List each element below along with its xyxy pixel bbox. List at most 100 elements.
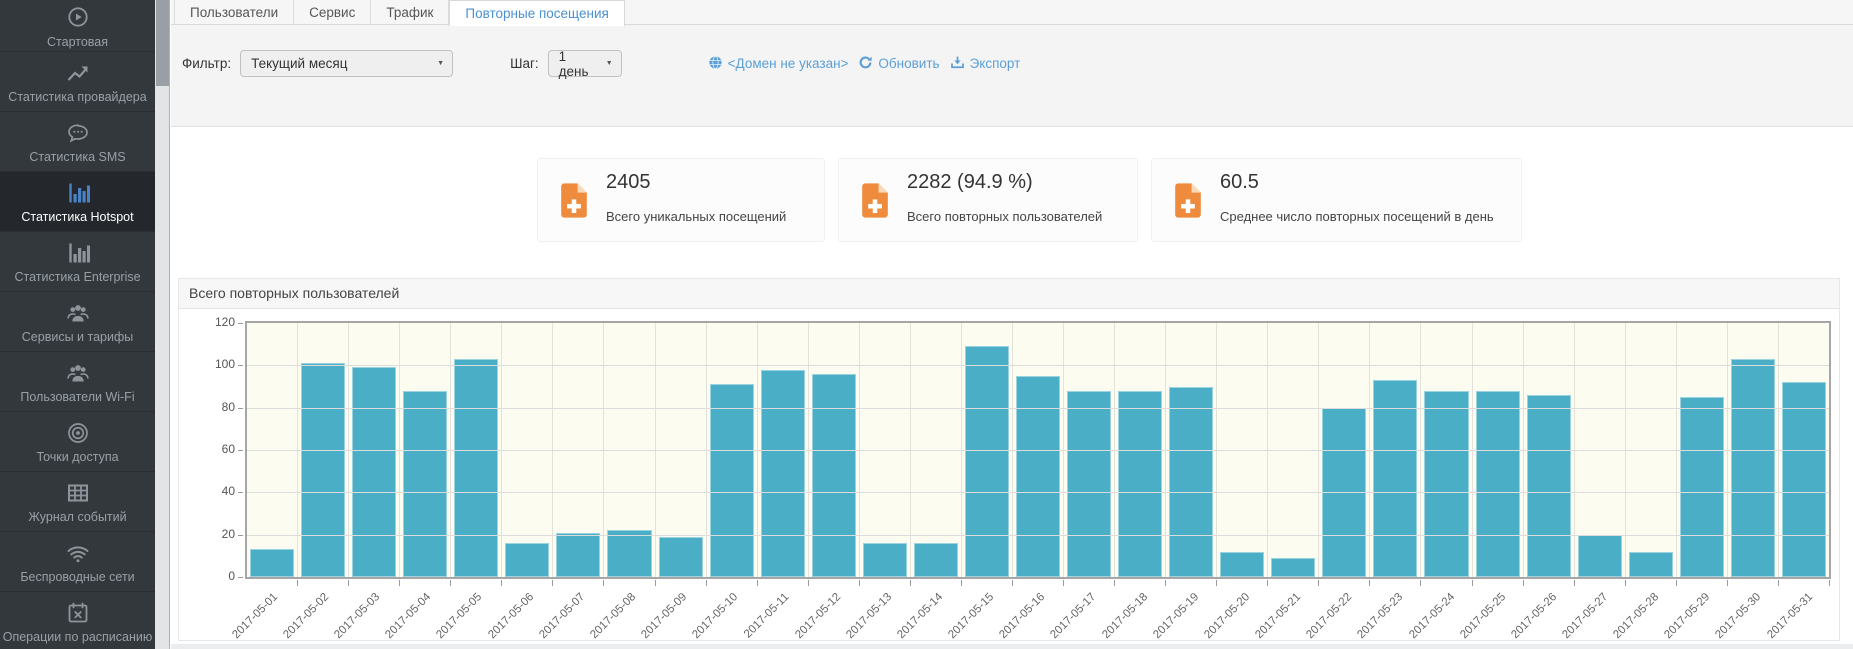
stat-card-text: 60.5Среднее число повторных посещений в …	[1220, 171, 1494, 231]
bar	[1476, 391, 1520, 577]
y-axis-tick	[238, 408, 243, 409]
bar	[1067, 391, 1111, 577]
x-axis-label: 2017-05-23	[1356, 591, 1406, 641]
wifi-icon	[0, 541, 155, 568]
sidebar-item-6[interactable]: Сервисы и тарифы	[0, 292, 155, 352]
x-axis-label: 2017-05-12	[793, 591, 843, 641]
file-plus-icon	[558, 182, 590, 231]
export-button-label: Экспорт	[970, 56, 1021, 71]
sidebar-item-label: Точки доступа	[0, 450, 155, 464]
step-select[interactable]: 1 день ▼	[548, 50, 622, 77]
x-axis-label: 2017-05-26	[1509, 591, 1559, 641]
bar	[1016, 376, 1060, 577]
bar-chart-icon	[0, 241, 155, 268]
sidebar-item-label: Сервисы и тарифы	[0, 330, 155, 344]
sidebar-item-1[interactable]: Стартовая	[0, 0, 155, 52]
stat-card-value: 60.5	[1220, 171, 1494, 194]
sidebar-item-2[interactable]: Статистика провайдера	[0, 52, 155, 112]
refresh-button[interactable]: Обновить	[858, 55, 939, 73]
x-axis-label: 2017-05-29	[1663, 591, 1713, 641]
gridline	[247, 492, 1829, 493]
bar	[505, 543, 549, 577]
sidebar-item-8[interactable]: Точки доступа	[0, 412, 155, 472]
filter-toolbar: Фильтр: Текущий месяц ▼ Шаг: 1 день ▼ <Д…	[171, 25, 1853, 127]
x-axis-label: 2017-05-25	[1458, 591, 1508, 641]
bar	[1118, 391, 1162, 577]
sidebar-item-7[interactable]: Пользователи Wi-Fi	[0, 352, 155, 412]
bar	[812, 374, 856, 577]
stat-card-value: 2282 (94.9 %)	[907, 171, 1102, 194]
bar	[1373, 380, 1417, 577]
sidebar: СтартоваяСтатистика провайдераСтатистика…	[0, 0, 155, 649]
sidebar-item-label: Беспроводные сети	[0, 570, 155, 584]
bar	[1424, 391, 1468, 577]
x-axis-label: 2017-05-05	[435, 591, 485, 641]
sidebar-item-label: Статистика Hotspot	[0, 210, 155, 224]
x-axis-label: 2017-05-08	[588, 591, 638, 641]
bar	[1527, 395, 1571, 577]
sidebar-item-10[interactable]: Беспроводные сети	[0, 532, 155, 592]
x-axis-label: 2017-05-02	[281, 591, 331, 641]
sidebar-item-4[interactable]: Статистика Hotspot	[0, 172, 155, 232]
file-plus-icon	[859, 182, 891, 231]
chart-panel: Всего повторных пользователей 2017-05-01…	[178, 278, 1840, 641]
tab-1[interactable]: Пользователи	[174, 0, 294, 24]
bar	[863, 543, 907, 577]
bar	[659, 537, 703, 577]
x-axis-label: 2017-05-09	[639, 591, 689, 641]
bar	[914, 543, 958, 577]
sidebar-item-3[interactable]: Статистика SMS	[0, 112, 155, 172]
bar	[1169, 387, 1213, 578]
refresh-button-label: Обновить	[878, 56, 939, 71]
bar	[454, 359, 498, 577]
tab-3[interactable]: Трафик	[371, 0, 449, 24]
bar	[250, 549, 294, 577]
play-circle-icon	[0, 6, 155, 33]
calendar-x-icon	[0, 601, 155, 628]
y-axis-label: 60	[179, 442, 235, 456]
stat-cards: 2405Всего уникальных посещений2282 (94.9…	[537, 127, 1853, 242]
bar	[761, 370, 805, 577]
gridline	[247, 365, 1829, 366]
sidebar-item-5[interactable]: Статистика Enterprise	[0, 232, 155, 292]
x-axis-label: 2017-05-11	[742, 591, 791, 640]
domain-link[interactable]: <Домен не указан>	[708, 55, 849, 73]
x-axis-label: 2017-05-21	[1253, 591, 1303, 641]
chevron-down-icon: ▼	[606, 60, 613, 67]
sidebar-item-9[interactable]: Журнал событий	[0, 472, 155, 532]
domain-link-label: <Домен не указан>	[728, 56, 849, 71]
bar-chart-icon	[0, 181, 155, 208]
sidebar-scrollbar[interactable]	[155, 0, 170, 649]
main-area: ПользователиСервисТрафикПовторные посеще…	[171, 0, 1853, 649]
tab-4[interactable]: Повторные посещения	[449, 0, 624, 26]
bar	[965, 346, 1009, 577]
y-axis-label: 100	[179, 357, 235, 371]
x-axis-label: 2017-05-28	[1611, 591, 1661, 641]
download-icon	[950, 55, 965, 73]
sidebar-item-label: Статистика Enterprise	[0, 270, 155, 284]
bar	[301, 363, 345, 577]
stat-card-label: Всего повторных пользователей	[907, 209, 1102, 224]
y-axis-tick	[238, 323, 243, 324]
gridline	[247, 450, 1829, 451]
sidebar-item-label: Пользователи Wi-Fi	[0, 390, 155, 404]
chat-icon	[0, 121, 155, 148]
users-icon	[0, 301, 155, 328]
gridline	[247, 535, 1829, 536]
x-axis-label: 2017-05-15	[946, 591, 996, 641]
bar	[1578, 535, 1622, 577]
y-axis-label: 80	[179, 400, 235, 414]
y-axis-tick	[238, 577, 243, 578]
stat-card: 60.5Среднее число повторных посещений в …	[1151, 158, 1522, 242]
x-axis-label: 2017-05-20	[1202, 591, 1252, 641]
chevron-down-icon: ▼	[437, 60, 444, 67]
filter-select[interactable]: Текущий месяц ▼	[240, 50, 453, 77]
stat-card-text: 2282 (94.9 %) Всего повторных пользовател…	[907, 171, 1102, 231]
scrollbar-thumb[interactable]	[156, 0, 169, 86]
sidebar-item-11[interactable]: Операции по расписанию	[0, 592, 155, 649]
export-button[interactable]: Экспорт	[950, 55, 1021, 73]
y-axis-tick	[238, 450, 243, 451]
tab-2[interactable]: Сервис	[294, 0, 371, 24]
sidebar-item-label: Журнал событий	[0, 510, 155, 524]
x-axis-label: 2017-05-18	[1100, 591, 1150, 641]
